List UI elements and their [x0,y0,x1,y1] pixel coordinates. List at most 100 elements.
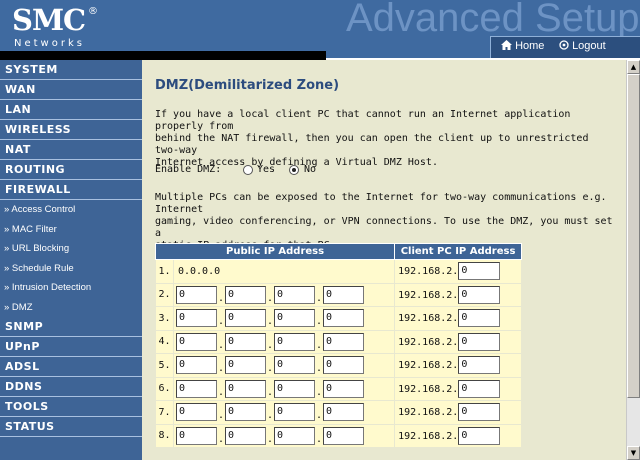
public-ip-octet-4-input[interactable]: 0 [322,332,364,351]
submenu-item-schedule-rule[interactable]: » Schedule Rule [0,259,142,279]
sidebar-item-upnp[interactable]: UPnP [0,337,142,357]
client-ip-cell: 192.168.2. 0 [394,423,522,448]
client-ip-last-octet-input[interactable]: 0 [458,262,501,281]
octet-separator: . [315,363,322,375]
public-ip-octet-3-input[interactable]: 0 [273,285,315,304]
submenu-item-intrusion-detection[interactable]: » Intrusion Detection [0,278,142,298]
table-row: 3. 0. 0. 0. 0 192.168.2. 0 [155,306,522,331]
octet-separator: . [217,339,224,351]
client-ip-last-octet-input[interactable]: 0 [458,309,501,328]
public-ip-octet-1-input[interactable]: 0 [175,285,217,304]
dmz-no-radio[interactable] [289,165,299,175]
page-title: DMZ(Demilitarized Zone) [155,78,340,93]
table-row: 2. 0. 0. 0. 0 192.168.2. 0 [155,282,522,307]
octet-separator: . [266,339,273,351]
sidebar-item-snmp[interactable]: SNMP [0,317,142,337]
client-ip-cell: 192.168.2. 0 [394,353,522,378]
submenu-item-access-control[interactable]: » Access Control [0,200,142,220]
row-index: 7. [155,400,174,425]
client-ip-last-octet-input[interactable]: 0 [458,356,501,375]
intro-line: behind the NAT firewall, then you can op… [155,133,589,156]
row-index: 8. [155,423,174,448]
octet-separator: . [315,316,322,328]
public-ip-octet-1-input[interactable]: 0 [175,356,217,375]
sidebar-item-nat[interactable]: NAT [0,140,142,160]
client-ip-prefix: 192.168.2. [398,336,459,348]
public-ip-octet-1-input[interactable]: 0 [175,332,217,351]
public-ip-octet-1-input[interactable]: 0 [175,403,217,422]
public-ip-octet-4-input[interactable]: 0 [322,356,364,375]
octet-separator: . [217,316,224,328]
octet-separator: . [217,386,224,398]
public-ip-octet-4-input[interactable]: 0 [322,285,364,304]
dmz-yes-radio[interactable] [243,165,253,175]
scrollbar-thumb[interactable] [627,74,640,398]
row-index: 1. [155,259,174,284]
client-ip-cell: 192.168.2. 0 [394,400,522,425]
scroll-up-button[interactable]: ▲ [627,60,640,74]
public-ip-octet-3-input[interactable]: 0 [273,356,315,375]
public-ip-octet-3-input[interactable]: 0 [273,309,315,328]
scroll-down-button[interactable]: ▼ [627,446,640,460]
public-ip-octet-3-input[interactable]: 0 [273,426,315,445]
sidebar-item-routing[interactable]: ROUTING [0,160,142,180]
octet-separator: . [217,292,224,304]
client-ip-last-octet-input[interactable]: 0 [458,426,501,445]
client-ip-header: Client PC IP Address [394,243,522,260]
client-ip-prefix: 192.168.2. [398,430,459,442]
dmz-no-label: No [304,164,317,175]
public-ip-octet-4-input[interactable]: 0 [322,426,364,445]
vertical-scrollbar[interactable]: ▲ ▼ [626,60,640,460]
client-ip-last-octet-input[interactable]: 0 [458,379,501,398]
public-ip-octet-1-input[interactable]: 0 [175,379,217,398]
row-index: 6. [155,376,174,401]
octet-separator: . [266,316,273,328]
octet-separator: . [315,292,322,304]
dmz-content: DMZ(Demilitarized Zone) If you have a lo… [142,60,626,460]
public-ip-octet-2-input[interactable]: 0 [224,356,266,375]
client-ip-cell: 192.168.2. 0 [394,376,522,401]
client-ip-cell: 192.168.2. 0 [394,282,522,307]
row-index: 2. [155,282,174,307]
octet-separator: . [266,433,273,445]
sidebar-item-firewall[interactable]: FIREWALL [0,180,142,200]
home-link[interactable]: Home [501,40,544,52]
octet-separator: . [266,386,273,398]
dmz-host-table: Public IP Address Client PC IP Address 1… [154,243,522,448]
public-ip-octet-2-input[interactable]: 0 [224,379,266,398]
octet-separator: . [217,363,224,375]
submenu-item-url-blocking[interactable]: » URL Blocking [0,239,142,259]
enable-dmz-label: Enable DMZ: [155,164,222,175]
public-ip-octet-4-input[interactable]: 0 [322,309,364,328]
table-row: 8. 0. 0. 0. 0 192.168.2. 0 [155,423,522,448]
sidebar-item-lan[interactable]: LAN [0,100,142,120]
submenu-item-mac-filter[interactable]: » MAC Filter [0,220,142,240]
logout-link[interactable]: Logout [559,40,606,52]
public-ip-octet-2-input[interactable]: 0 [224,403,266,422]
sidebar-item-system[interactable]: SYSTEM [0,60,142,80]
sidebar-item-tools[interactable]: TOOLS [0,397,142,417]
public-ip-octet-2-input[interactable]: 0 [224,285,266,304]
sidebar-item-status[interactable]: STATUS [0,417,142,437]
public-ip-octet-2-input[interactable]: 0 [224,309,266,328]
public-ip-octet-1-input[interactable]: 0 [175,309,217,328]
public-ip-octet-4-input[interactable]: 0 [322,403,364,422]
submenu-item-dmz[interactable]: » DMZ [0,298,142,318]
public-ip-cell: 0.0.0.0 [172,329,396,354]
sidebar-item-wireless[interactable]: WIRELESS [0,120,142,140]
sidebar-item-adsl[interactable]: ADSL [0,357,142,377]
client-ip-last-octet-input[interactable]: 0 [458,403,501,422]
public-ip-octet-2-input[interactable]: 0 [224,426,266,445]
public-ip-octet-4-input[interactable]: 0 [322,379,364,398]
public-ip-octet-3-input[interactable]: 0 [273,332,315,351]
sidebar-item-wan[interactable]: WAN [0,80,142,100]
sidebar-item-ddns[interactable]: DDNS [0,377,142,397]
client-ip-prefix: 192.168.2. [398,383,459,395]
client-ip-last-octet-input[interactable]: 0 [458,285,501,304]
client-ip-last-octet-input[interactable]: 0 [458,332,501,351]
public-ip-cell: 0.0.0.0 [172,353,396,378]
public-ip-octet-2-input[interactable]: 0 [224,332,266,351]
public-ip-octet-1-input[interactable]: 0 [175,426,217,445]
public-ip-octet-3-input[interactable]: 0 [273,379,315,398]
public-ip-octet-3-input[interactable]: 0 [273,403,315,422]
